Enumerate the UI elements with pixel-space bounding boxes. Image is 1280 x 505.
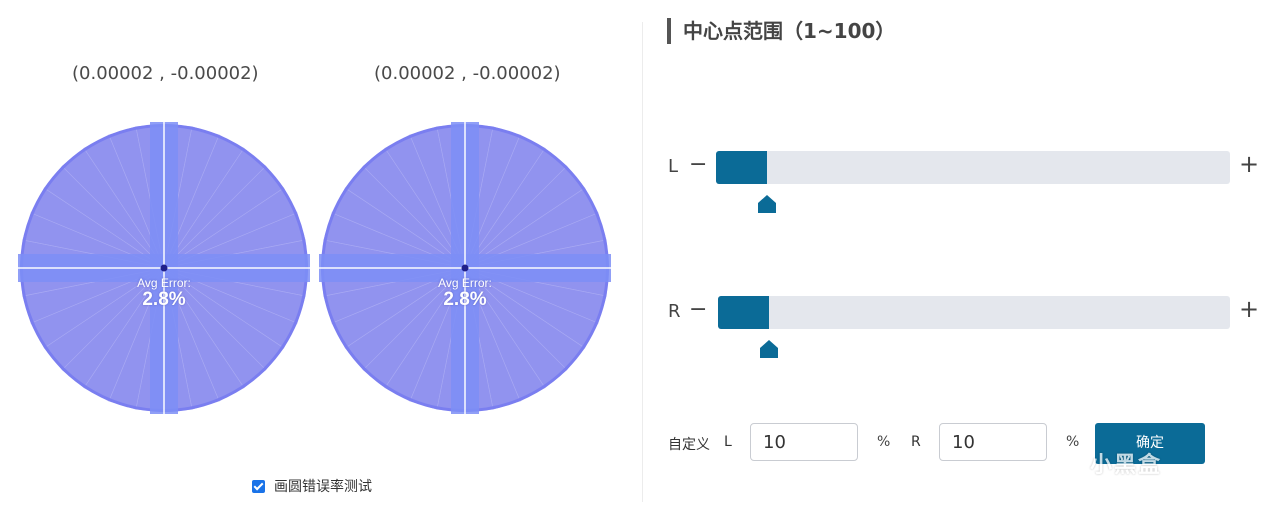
custom-r-unit: % — [1066, 434, 1080, 450]
drawing-test-panel: (0.00002 , -0.00002) (0.00002 , -0.00002… — [0, 0, 642, 505]
slider-l-handle[interactable] — [757, 194, 777, 214]
circle-1-error-value: 2.8% — [142, 289, 186, 310]
heybox-logo-icon: 小黑盒 — [1090, 453, 1163, 478]
circle-1-plot: Avg Error: 2.8% — [18, 122, 310, 414]
circle-error-test-label: 画圆错误率测试 — [274, 479, 372, 495]
slider-row-l: L − + — [643, 150, 1280, 230]
custom-label: 自定义 — [668, 437, 710, 453]
slider-r-handle[interactable] — [759, 339, 779, 359]
circle-2-plot: Avg Error: 2.8% — [319, 122, 611, 414]
custom-l-input[interactable]: 10 — [750, 423, 858, 461]
slider-r-increment-button[interactable]: + — [1239, 295, 1259, 323]
custom-l-unit: % — [877, 434, 891, 450]
circle-1-polygon-drawing — [18, 122, 310, 414]
slider-l-label: L — [668, 156, 679, 177]
circle-2-coordinate: (0.00002 , -0.00002) — [374, 63, 561, 84]
circle-2-polygon-drawing — [319, 122, 611, 414]
slider-r-track[interactable] — [718, 296, 1230, 329]
slider-r-label: R — [668, 301, 681, 322]
circle-2-error-value: 2.8% — [443, 289, 487, 310]
custom-r-label: R — [911, 434, 921, 450]
slider-l-fill — [716, 151, 768, 184]
circle-1-error-label: Avg Error: — [137, 276, 191, 290]
slider-l-increment-button[interactable]: + — [1239, 150, 1259, 178]
slider-r-decrement-button[interactable]: − — [689, 297, 707, 322]
section-title: 中心点范围（1~100） — [667, 18, 895, 44]
slider-l-decrement-button[interactable]: − — [689, 152, 707, 177]
circle-2-error-label: Avg Error: — [438, 276, 492, 290]
center-range-panel: 中心点范围（1~100） L − + R − + 自定义 L 10 % R 10… — [643, 0, 1280, 505]
circle-error-test-toggle[interactable]: 画圆错误率测试 — [252, 476, 372, 496]
slider-row-r: R − + — [643, 295, 1280, 375]
custom-range-row: 自定义 L 10 % R 10 % 确定 — [643, 422, 1280, 464]
slider-r-fill — [718, 296, 770, 329]
checkmark-icon[interactable] — [252, 479, 265, 493]
circle-1-coordinate: (0.00002 , -0.00002) — [72, 63, 259, 84]
slider-l-track[interactable] — [716, 151, 1230, 184]
custom-l-label: L — [724, 434, 732, 450]
custom-r-input[interactable]: 10 — [939, 423, 1047, 461]
